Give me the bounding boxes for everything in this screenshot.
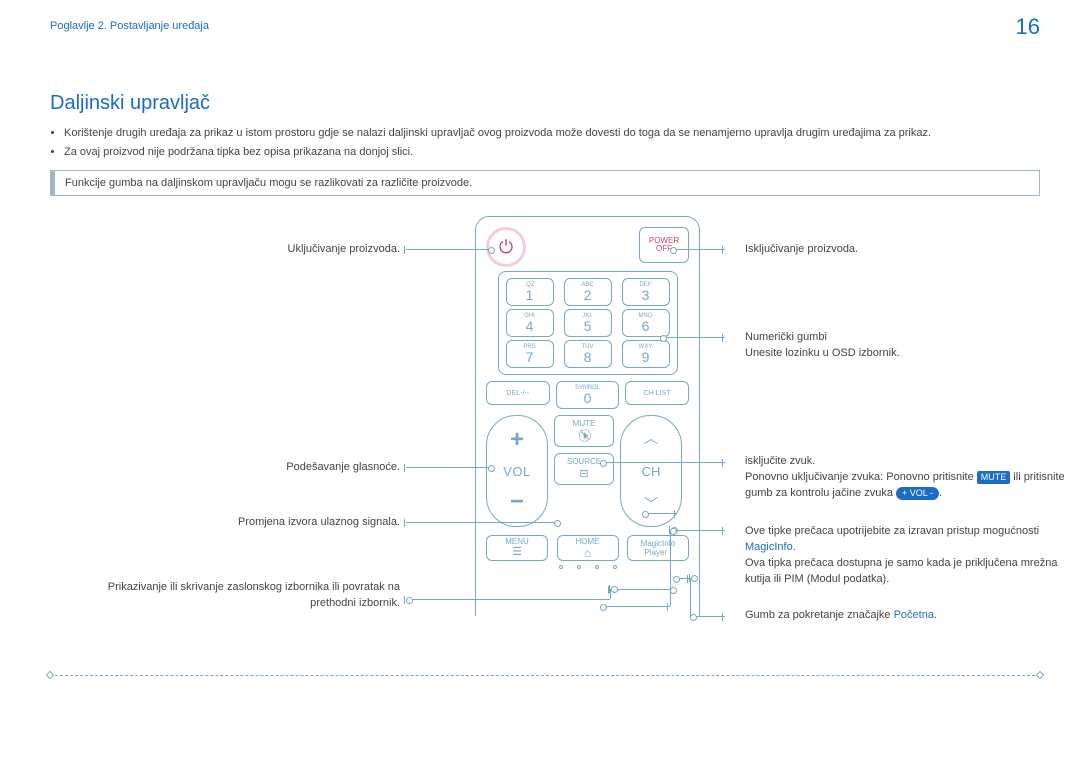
note-box: Funkcije gumba na daljinskom upravljaču …: [50, 170, 1040, 196]
section-title: Daljinski upravljač: [50, 92, 1040, 115]
power-off-button: POWER OFF: [639, 227, 689, 263]
page-continuation: [50, 675, 1040, 676]
vol-plus-icon: +: [510, 426, 524, 454]
home-icon: ⌂: [584, 547, 591, 559]
del-button: DEL-/--: [486, 381, 550, 405]
menu-button: MENU ☰: [486, 535, 548, 561]
callout-power-on: Uključivanje proizvoda.: [205, 242, 400, 258]
remote-diagram: ⏻ POWER OFF .QZ1 ABC2 DEF3 GHI4 JKL5 MNO…: [50, 216, 1040, 676]
callout-magicinfo: Ove tipke prečaca upotrijebite za izrava…: [745, 524, 1080, 588]
chevron-up-icon: ︿: [644, 428, 658, 448]
magicinfo-button: MagicInfo Player I: [627, 535, 689, 561]
vol-minus-icon: −: [510, 488, 524, 516]
menu-icon: ☰: [512, 547, 522, 558]
callout-mute: isključite zvuk. Ponovno uključivanje zv…: [745, 454, 1080, 502]
bullet-2: Za ovaj proizvod nije podržana tipka bez…: [64, 144, 1040, 161]
bullet-1: Korištenje drugih uređaja za prikaz u is…: [64, 125, 1040, 142]
callout-numeric: Numerički gumbi Unesite lozinku u OSD iz…: [745, 330, 1065, 362]
callout-home: Gumb za pokretanje značajke Početna.: [745, 608, 1080, 624]
callout-menu: Prikazivanje ili skrivanje zaslonskog iz…: [70, 580, 400, 612]
home-button: HOME ⌂: [557, 535, 619, 561]
callout-volume: Podešavanje glasnoće.: [205, 460, 400, 476]
source-icon: ⊟: [579, 468, 588, 480]
callout-source: Promjena izvora ulaznog signala.: [170, 515, 400, 531]
vol-rocker: + VOL −: [486, 415, 548, 527]
mute-button: MUTE 🕨⃠: [554, 415, 614, 447]
page-number: 16: [1016, 14, 1040, 40]
callout-power-off: Isključivanje proizvoda.: [745, 242, 858, 258]
source-button: SOURCE ⊟: [554, 453, 614, 485]
chapter-label: Poglavlje 2. Postavljanje uređaja: [50, 20, 1040, 32]
mute-icon: 🕨⃠: [580, 429, 588, 442]
remote-outline: ⏻ POWER OFF .QZ1 ABC2 DEF3 GHI4 JKL5 MNO…: [475, 216, 700, 616]
ch-rocker: ︿ CH ﹀: [620, 415, 682, 527]
chlist-button: CH LIST: [625, 381, 689, 405]
numpad: .QZ1 ABC2 DEF3 GHI4 JKL5 MNO6 PRS7 TUV8 …: [498, 271, 678, 375]
